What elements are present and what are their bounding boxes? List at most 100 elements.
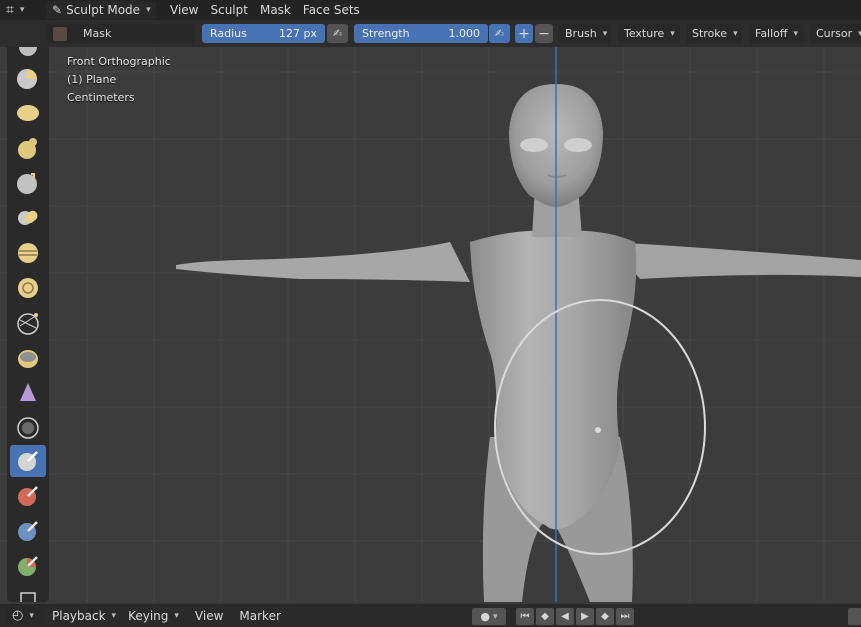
viewport-grid [0,47,861,602]
timeline-marker-menu[interactable]: Marker [233,607,286,625]
tool-inflate[interactable] [10,167,46,199]
jump-to-start-button[interactable]: ⏮ [516,608,534,625]
cursor-panel-dropdown[interactable]: Cursor ▾ [810,24,861,43]
tool-clay-strips[interactable] [10,97,46,129]
prev-keyframe-icon: ◆ [541,611,549,622]
mask-brush-thumb-icon [53,26,67,41]
chevron-down-icon: ▾ [670,28,675,39]
tool-multiplane-scrape[interactable] [10,412,46,444]
crease-brush-icon [18,243,38,263]
multiplane-scrape-icon [17,417,39,439]
tool-scrape[interactable] [10,377,46,409]
brush-panel-dropdown[interactable]: Brush ▾ [559,24,611,43]
timeline-editor-type[interactable]: ◴ ▾ [6,606,44,625]
texture-panel-label: Texture [624,27,665,40]
units-label: Centimeters [67,91,135,104]
menu-mask[interactable]: Mask [254,1,297,19]
tool-annotate[interactable] [10,585,46,602]
timeline-header: ◴ ▾ Playback ▾ Keying ▾ View Marker [0,604,861,627]
strength-slider[interactable]: Strength 1.000 [354,24,488,43]
tool-clay[interactable] [10,62,46,94]
tool-draw[interactable] [10,47,46,63]
mask-subtract-button[interactable]: − [535,24,553,43]
mask-add-button[interactable]: + [515,24,533,43]
mask-brush-icon [18,451,38,471]
menu-face-sets[interactable]: Face Sets [297,1,366,19]
tool-fill[interactable] [10,342,46,374]
strength-value: 1.000 [448,27,481,40]
pen-pressure-icon: ✍ [332,27,343,40]
keyframe-record-button[interactable]: ● ▾ [472,608,506,625]
brush-selector[interactable]: Mask [47,24,195,43]
radius-slider[interactable]: Radius 127 px [202,24,325,43]
toolbar-column [7,47,49,602]
playback-menu[interactable]: Playback ▾ [46,607,122,625]
chevron-down-icon: ▾ [111,610,117,621]
play-icon: ▶ [581,611,589,622]
chevron-down-icon: ▾ [29,610,34,621]
blob-brush-icon [18,210,38,225]
texture-panel-dropdown[interactable]: Texture ▾ [618,24,680,43]
keying-menu[interactable]: Keying ▾ [122,607,185,625]
falloff-panel-label: Falloff [755,27,788,40]
falloff-panel-dropdown[interactable]: Falloff ▾ [749,24,804,43]
tool-mask[interactable] [10,445,46,477]
prev-keyframe-button[interactable]: ◆ [536,608,554,625]
tool-draw-face-sets[interactable] [10,480,46,512]
inflate-brush-icon [17,173,37,194]
strength-pressure-toggle[interactable]: ✍ [489,24,510,43]
jump-end-icon: ⏭ [620,611,630,622]
brush-panel-label: Brush [565,27,597,40]
fill-brush-icon [18,350,38,368]
viewport-header: ⌗ ▾ ✎ Sculpt Mode ▾ View Sculpt Mask Fac… [0,0,861,20]
menu-view[interactable]: View [164,1,204,19]
pen-pressure-icon: ✍ [494,27,505,40]
view3d-grid-icon: ⌗ [6,2,14,18]
jump-to-end-button[interactable]: ⏭ [616,608,634,625]
play-button[interactable]: ▶ [576,608,594,625]
radius-label: Radius [210,27,247,40]
chevron-down-icon: ▾ [493,611,498,622]
next-keyframe-button[interactable]: ◆ [596,608,614,625]
lasso-mask-icon [18,556,38,576]
radius-pressure-toggle[interactable]: ✍ [327,24,348,43]
mode-selector[interactable]: ✎ Sculpt Mode ▾ [46,1,156,19]
tool-lasso-mask[interactable] [10,550,46,582]
scrape-brush-icon [20,383,36,401]
flatten-brush-icon [17,313,39,335]
editor-type-selector[interactable]: ⌗ ▾ [0,1,44,19]
clay-brush-icon [17,69,37,89]
tool-crease[interactable] [10,237,46,269]
viewport-canvas[interactable] [0,47,861,602]
brush-name: Mask [83,27,112,40]
record-dot-icon: ● [480,610,491,623]
view-name-label: Front Orthographic [67,55,171,68]
strength-label: Strength [362,27,410,40]
menu-sculpt[interactable]: Sculpt [204,1,253,19]
clay-strips-icon [17,105,39,121]
cursor-panel-label: Cursor [816,27,853,40]
stroke-panel-label: Stroke [692,27,728,40]
3d-viewport[interactable]: Front Orthographic (1) Plane Centimeters [0,47,861,602]
keying-label: Keying [128,608,169,623]
object-name-label: (1) Plane [67,73,117,86]
draw-face-sets-icon [18,486,38,506]
play-reverse-button[interactable]: ◀ [556,608,574,625]
timeline-scroll-edge[interactable] [848,608,861,625]
timeline-view-menu[interactable]: View [189,607,229,625]
playback-label: Playback [52,608,106,623]
clock-icon: ◴ [12,608,24,623]
chevron-down-icon: ▾ [602,28,608,39]
tool-box-mask[interactable] [10,515,46,547]
annotate-icon [20,592,36,602]
tool-smooth[interactable] [10,272,46,304]
tool-flatten[interactable] [10,307,46,339]
box-mask-icon [18,521,38,541]
tool-layer[interactable] [10,132,46,164]
tool-blob[interactable] [10,202,46,234]
sculpt-mesh [176,84,861,602]
stroke-panel-dropdown[interactable]: Stroke ▾ [686,24,742,43]
chevron-down-icon: ▾ [19,5,25,15]
chevron-down-icon: ▾ [733,28,738,39]
brush-center-dot [595,427,601,433]
